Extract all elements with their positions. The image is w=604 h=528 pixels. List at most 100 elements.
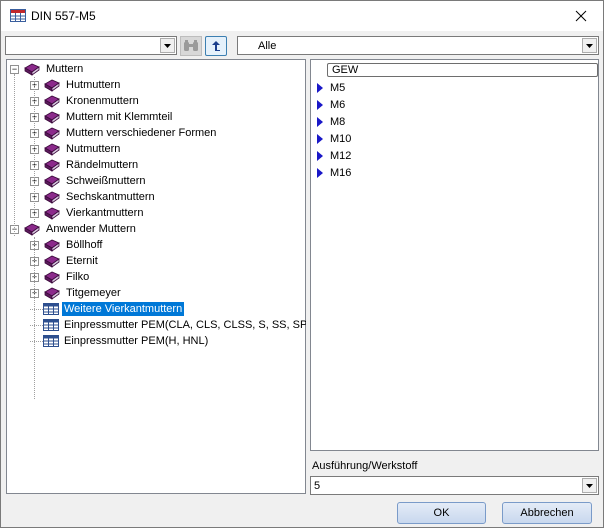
book-icon	[43, 270, 61, 284]
tree-item-label: Hutmuttern	[66, 79, 121, 91]
tree-connector	[30, 308, 43, 310]
tree-item[interactable]: − Muttern	[10, 61, 85, 77]
table-icon	[10, 9, 26, 25]
tree-item-label: Muttern	[46, 63, 84, 75]
close-icon	[575, 10, 587, 22]
cancel-button[interactable]: Abbrechen	[502, 502, 592, 524]
search-combo[interactable]	[5, 36, 177, 55]
tree-item-label: Nutmuttern	[66, 143, 121, 155]
list-item-label: M8	[330, 116, 346, 128]
list-item[interactable]: M5	[317, 80, 345, 96]
tree-item[interactable]: + Nutmuttern	[30, 141, 122, 157]
tree-item[interactable]: + Vierkantmuttern	[30, 205, 145, 221]
tree-item[interactable]: + Hutmuttern	[30, 77, 122, 93]
list-item-label: M6	[330, 99, 346, 111]
book-icon	[43, 78, 61, 92]
arrow-up-icon	[212, 41, 220, 51]
row-marker-icon	[317, 168, 323, 178]
tree-connector	[34, 77, 35, 222]
book-icon	[43, 142, 61, 156]
tree-item[interactable]: Einpressmutter PEM(H, HNL)	[30, 333, 210, 349]
binoculars-icon	[184, 40, 198, 51]
tree-item-label: Weitere Vierkantmuttern	[62, 302, 185, 316]
book-icon	[43, 238, 61, 252]
chevron-down-icon[interactable]	[160, 38, 175, 53]
tree-item[interactable]: + Schweißmuttern	[30, 173, 147, 189]
tree-item-label: Titgemeyer	[66, 287, 121, 299]
row-marker-icon	[317, 117, 323, 127]
value-list[interactable]: GEW M5 M6 M8 M10 M12 M16	[310, 59, 599, 451]
title-bar: DIN 557-M5	[1, 1, 603, 31]
row-marker-icon	[317, 134, 323, 144]
table-icon	[43, 335, 59, 347]
book-icon	[23, 222, 41, 236]
tree-connector	[30, 324, 43, 326]
book-icon	[43, 190, 61, 204]
tree-item-label: Muttern mit Klemmteil	[66, 111, 173, 123]
chevron-down-icon[interactable]	[582, 478, 597, 493]
table-icon	[43, 319, 59, 331]
up-level-button[interactable]	[205, 36, 227, 56]
tree-item[interactable]: + Rändelmuttern	[30, 157, 140, 173]
tree-item-label: Eternit	[66, 255, 98, 267]
tree-item-label: Böllhoff	[66, 239, 103, 251]
column-header[interactable]: GEW	[327, 63, 598, 77]
book-icon	[23, 62, 41, 76]
book-icon	[43, 286, 61, 300]
list-item-label: M5	[330, 82, 346, 94]
row-marker-icon	[317, 151, 323, 161]
category-tree[interactable]: − Muttern + Hutmuttern + Kronenmuttern + Mutter…	[6, 59, 311, 494]
row-marker-icon	[317, 100, 323, 110]
tree-item[interactable]: Einpressmutter PEM(CLA, CLS, CLSS, S, SS…	[30, 317, 313, 333]
book-icon	[43, 158, 61, 172]
tree-connector	[34, 237, 35, 399]
ok-button[interactable]: OK	[397, 502, 486, 524]
list-item[interactable]: M10	[317, 131, 351, 147]
list-item-label: M12	[330, 150, 352, 162]
tree-item[interactable]: + Muttern mit Klemmteil	[30, 109, 174, 125]
tree-connector	[30, 340, 43, 342]
list-item-label: M10	[330, 133, 352, 145]
tree-item-label: Anwender Muttern	[46, 223, 136, 235]
list-item-label: M16	[330, 167, 352, 179]
window-title: DIN 557-M5	[31, 9, 96, 23]
tree-item-label: Sechskantmuttern	[66, 191, 155, 203]
tree-item[interactable]: + Sechskantmuttern	[30, 189, 157, 205]
list-item[interactable]: M16	[317, 165, 351, 181]
tree-item-label: Vierkantmuttern	[66, 207, 144, 219]
tree-item-label: Rändelmuttern	[66, 159, 139, 171]
tree-item[interactable]: + Kronenmuttern	[30, 93, 141, 109]
variant-label: Ausführung/Werkstoff	[312, 460, 418, 472]
tree-item[interactable]: + Eternit	[30, 253, 100, 269]
tree-item[interactable]: + Böllhoff	[30, 237, 105, 253]
chevron-down-icon[interactable]	[582, 38, 597, 53]
filter-combo-value: Alle	[258, 40, 277, 52]
tree-item[interactable]: Weitere Vierkantmuttern	[30, 301, 185, 317]
tree-item-label: Filko	[66, 271, 90, 283]
tree-item-label: Muttern verschiedener Formen	[66, 127, 217, 139]
tree-item-label: Einpressmutter PEM(H, HNL)	[64, 335, 209, 347]
table-icon	[43, 303, 59, 315]
tree-item[interactable]: + Muttern verschiedener Formen	[30, 125, 218, 141]
filter-combo[interactable]: Alle	[237, 36, 599, 55]
tree-item-label: Schweißmuttern	[66, 175, 146, 187]
search-button[interactable]	[180, 36, 202, 56]
list-item[interactable]: M12	[317, 148, 351, 164]
book-icon	[43, 110, 61, 124]
close-button[interactable]	[559, 1, 603, 31]
list-item[interactable]: M6	[317, 97, 345, 113]
list-item[interactable]: M8	[317, 114, 345, 130]
book-icon	[43, 174, 61, 188]
tree-item-label: Einpressmutter PEM(CLA, CLS, CLSS, S, SS…	[64, 319, 311, 331]
variant-combo[interactable]: 5	[310, 476, 599, 495]
book-icon	[43, 126, 61, 140]
tree-item[interactable]: − Anwender Muttern	[10, 221, 138, 237]
book-icon	[43, 94, 61, 108]
row-marker-icon	[317, 83, 323, 93]
tree-item[interactable]: + Filko	[30, 269, 91, 285]
tree-connector	[14, 74, 15, 236]
book-icon	[43, 254, 61, 268]
dialog-window: DIN 557-M5 Alle − Muttern + Hutmuttern +…	[0, 0, 604, 528]
tree-item[interactable]: + Titgemeyer	[30, 285, 123, 301]
collapse-icon[interactable]: −	[10, 64, 19, 74]
